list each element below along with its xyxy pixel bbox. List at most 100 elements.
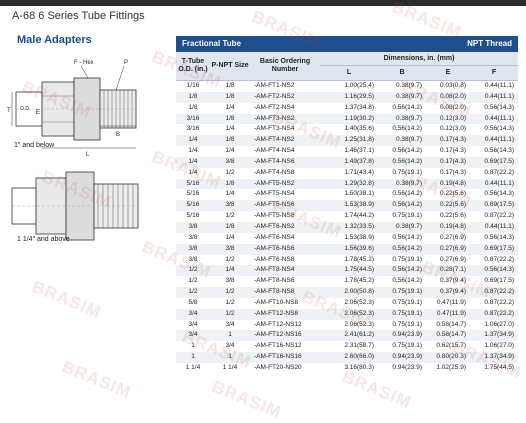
label-t: T xyxy=(7,108,11,114)
cell-npt: 1/2 xyxy=(210,287,250,298)
cell-l: 1.56(39.6) xyxy=(320,243,378,255)
cell-tube-od: 1 xyxy=(176,352,210,363)
cell-l: 1.40(35.6) xyxy=(320,124,378,136)
table-row: 3/4 1 -AM-FT12-NS16 2.41(61.2) 0.94(23.9) 0.5… xyxy=(176,330,519,342)
caption-small-sizes: 1" and below xyxy=(14,142,55,149)
cell-npt: 1/2 xyxy=(210,254,250,266)
cell-npt: 1/8 xyxy=(210,221,250,233)
large-fitting-drawing xyxy=(11,171,139,241)
label-l: L xyxy=(86,152,90,158)
table-row: 1 3/4 -AM-FT16-NS12 2.31(58.7) 0.75(19.1) 0.6… xyxy=(176,341,519,353)
cell-ordering: -AM-FT16-NS12 xyxy=(250,341,320,353)
cell-e: 0.12(3.0) xyxy=(426,124,470,136)
cell-tube-od: 5/16 xyxy=(176,178,210,190)
cell-tube-od: 1/2 xyxy=(176,265,210,277)
cell-npt: 3/8 xyxy=(210,200,250,212)
cell-b: 0.38(9.7) xyxy=(378,178,426,190)
cell-b: 0.75(19.1) xyxy=(378,297,426,309)
watermark: BRASIM xyxy=(59,357,135,403)
cell-tube-od: 1/8 xyxy=(176,102,210,114)
cell-f: 0.44(11.1) xyxy=(470,80,519,92)
cell-f: 0.87(22.2) xyxy=(470,254,519,266)
table-row: 3/8 3/8 -AM-FT6-NS6 1.56(39.6) 0.56(14.2) 0.2… xyxy=(176,243,519,255)
cell-b: 0.38(9.7) xyxy=(378,221,426,233)
cell-ordering: -AM-FT6-NS4 xyxy=(250,232,320,244)
cell-l: 1.16(29.5) xyxy=(320,91,378,103)
cell-l: 2.06(52.3) xyxy=(320,319,378,331)
cell-e: 0.08(2.0) xyxy=(426,91,470,103)
cell-f: 0.69(17.5) xyxy=(470,200,519,212)
cell-e: 0.47(11.9) xyxy=(426,308,470,320)
cell-ordering: -AM-FT3-NS4 xyxy=(250,124,320,136)
col-header-b: B xyxy=(378,65,426,81)
cell-f: 1.75(44.5) xyxy=(470,362,519,374)
table-row: 3/16 1/8 -AM-FT3-NS2 1.19(30.2) 0.38(9.7) 0.1… xyxy=(176,113,519,125)
cell-npt: 1/2 xyxy=(210,211,250,222)
cell-f: 0.56(14.3) xyxy=(470,189,519,201)
cell-tube-od: 3/8 xyxy=(176,232,210,244)
label-e: E xyxy=(36,110,40,116)
cell-ordering: -AM-FT6-NS6 xyxy=(250,243,320,255)
cell-ordering: -AM-FT4-NS8 xyxy=(250,167,320,179)
cell-b: 0.75(19.1) xyxy=(378,167,426,179)
cell-npt: 3/8 xyxy=(210,243,250,255)
label-b: B xyxy=(116,132,120,138)
cell-f: 0.44(11.1) xyxy=(470,178,519,190)
table-row: 5/8 1/2 -AM-FT10-NS8 2.06(52.3) 0.75(19.1) 0.… xyxy=(176,297,519,309)
fitting-drawings: F - Hex P T O.D. E B L xyxy=(7,60,139,241)
cell-ordering: -AM-FT5-NS6 xyxy=(250,200,320,212)
cell-f: 0.44(11.1) xyxy=(470,221,519,233)
cell-l: 1.78(45.2) xyxy=(320,276,378,288)
cell-tube-od: 1/8 xyxy=(176,91,210,103)
cell-e: 0.22(5.6) xyxy=(426,189,470,201)
cell-e: 0.19(4.8) xyxy=(426,221,470,233)
cell-e: 0.47(11.9) xyxy=(426,297,470,309)
cell-f: 0.44(11.1) xyxy=(470,135,519,147)
cell-npt: 1/8 xyxy=(210,135,250,147)
cell-e: 0.17(4.3) xyxy=(426,156,470,168)
cell-npt: 1/4 xyxy=(210,232,250,244)
table-title-left: Fractional Tube xyxy=(182,39,241,48)
cell-e: 0.22(5.6) xyxy=(426,211,470,222)
cell-npt: 1 xyxy=(210,352,250,363)
table-title-right: NPT Thread xyxy=(467,39,512,48)
table-row: 1/2 1/4 -AM-FT8-NS4 1.75(44.5) 0.56(14.2) 0.2… xyxy=(176,265,519,277)
label-od: O.D. xyxy=(20,106,30,112)
cell-tube-od: 1 1/4 xyxy=(176,362,210,374)
cell-b: 0.56(14.2) xyxy=(378,243,426,255)
cell-npt: 1/4 xyxy=(210,146,250,157)
col-header-tube-od: T-Tube O.D. (in.) xyxy=(176,52,210,81)
cell-f: 0.56(14.3) xyxy=(470,102,519,114)
table-title-bar: Fractional Tube NPT Thread xyxy=(176,36,518,52)
cell-b: 0.94(23.9) xyxy=(378,352,426,363)
cell-b: 0.56(14.2) xyxy=(378,200,426,212)
cell-e: 0.17(4.3) xyxy=(426,146,470,157)
cell-ordering: -AM-FT8-NS8 xyxy=(250,287,320,298)
cell-ordering: -AM-FT10-NS8 xyxy=(250,297,320,309)
caption-large-sizes: 1 1/4" and above xyxy=(17,236,70,243)
cell-b: 0.94(23.9) xyxy=(378,330,426,342)
table-row: 1/4 1/2 -AM-FT4-NS8 1.71(43.4) 0.75(19.1) 0.1… xyxy=(176,167,519,179)
cell-npt: 3/4 xyxy=(210,341,250,353)
cell-b: 0.56(14.2) xyxy=(378,189,426,201)
cell-f: 1.37(34.9) xyxy=(470,352,519,363)
cell-b: 0.75(19.1) xyxy=(378,319,426,331)
cell-f: 0.69(17.5) xyxy=(470,243,519,255)
cell-b: 0.56(14.2) xyxy=(378,232,426,244)
cell-f: 0.87(22.2) xyxy=(470,287,519,298)
cell-npt: 1/8 xyxy=(210,113,250,125)
cell-f: 0.56(14.3) xyxy=(470,124,519,136)
cell-l: 1.53(38.9) xyxy=(320,200,378,212)
cell-l: 2.00(50.8) xyxy=(320,287,378,298)
cell-f: 0.56(14.3) xyxy=(470,265,519,277)
cell-tube-od: 3/16 xyxy=(176,124,210,136)
cell-b: 0.75(19.1) xyxy=(378,211,426,222)
cell-l: 1.74(44.2) xyxy=(320,211,378,222)
cell-f: 1.37(34.9) xyxy=(470,330,519,342)
table-row: 1/8 1/4 -AM-FT2-NS4 1.37(34.8) 0.56(14.2) 0.0… xyxy=(176,102,519,114)
cell-npt: 1/2 xyxy=(210,297,250,309)
watermark: BRASIM xyxy=(339,367,415,413)
cell-b: 0.56(14.2) xyxy=(378,146,426,157)
cell-f: 0.56(14.3) xyxy=(470,146,519,157)
cell-npt: 1/8 xyxy=(210,91,250,103)
